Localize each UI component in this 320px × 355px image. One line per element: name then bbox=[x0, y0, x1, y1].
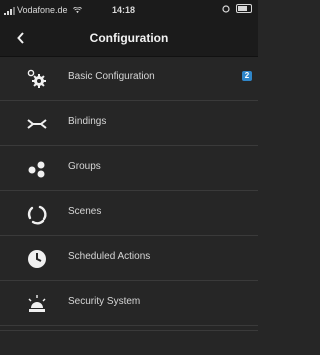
scenes-icon bbox=[26, 203, 48, 225]
page-title: Configuration bbox=[89, 31, 169, 45]
menu-item-groups[interactable]: Groups bbox=[0, 146, 258, 191]
menu-item-security-system[interactable]: Security System bbox=[0, 281, 258, 326]
carrier-info: Vodafone.de bbox=[4, 5, 82, 15]
configuration-menu: Basic Configuration 2 Bindings Groups Sc… bbox=[0, 56, 258, 326]
menu-item-label: Scheduled Actions bbox=[68, 251, 151, 262]
menu-item-label: Basic Configuration bbox=[68, 71, 155, 82]
menu-item-basic-configuration[interactable]: Basic Configuration 2 bbox=[0, 56, 258, 101]
status-bar: Vodafone.de 14:18 bbox=[0, 0, 258, 20]
divider bbox=[0, 330, 258, 331]
bindings-icon bbox=[26, 113, 48, 135]
notification-badge: 2 bbox=[242, 71, 252, 81]
battery-icon bbox=[236, 4, 252, 13]
navigation-bar: Configuration bbox=[0, 20, 258, 57]
menu-item-label: Scenes bbox=[68, 206, 102, 217]
clock-icon bbox=[26, 248, 48, 270]
menu-item-scheduled-actions[interactable]: Scheduled Actions bbox=[0, 236, 258, 281]
signal-icon bbox=[4, 6, 15, 15]
wifi-icon bbox=[73, 6, 82, 14]
menu-item-scenes[interactable]: Scenes bbox=[0, 191, 258, 236]
groups-icon bbox=[26, 158, 48, 180]
menu-item-label: Bindings bbox=[68, 116, 107, 127]
gears-icon bbox=[26, 68, 48, 90]
alarm-clock-icon bbox=[222, 4, 230, 13]
menu-item-label: Security System bbox=[68, 296, 141, 307]
menu-item-label: Groups bbox=[68, 161, 101, 172]
menu-item-bindings[interactable]: Bindings bbox=[0, 101, 258, 146]
alarm-light-icon bbox=[26, 293, 48, 315]
status-time: 14:18 bbox=[112, 5, 136, 15]
carrier-name: Vodafone.de bbox=[17, 5, 68, 15]
